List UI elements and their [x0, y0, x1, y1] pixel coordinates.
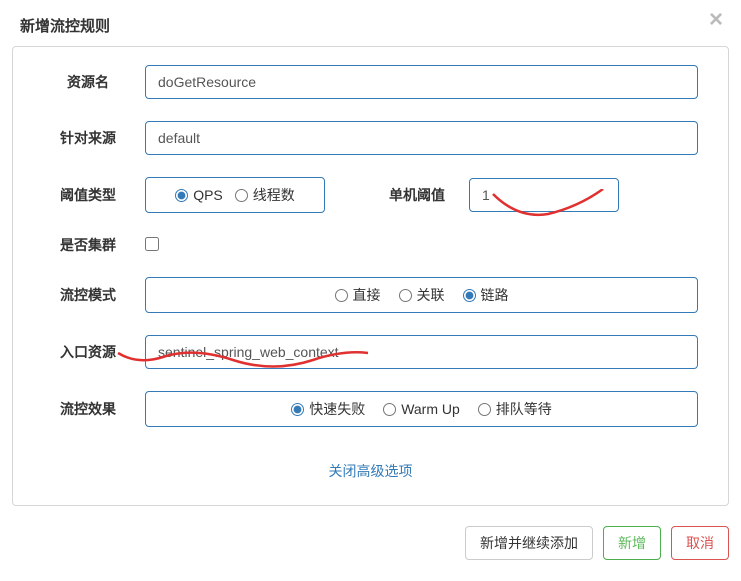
- input-source[interactable]: [145, 121, 698, 155]
- row-entry: 入口资源: [43, 335, 698, 369]
- add-button[interactable]: 新增: [603, 526, 661, 560]
- modal-body: 资源名 针对来源 阈值类型 QPS 线程数 单机阈值: [12, 46, 729, 506]
- radio-chain-text: 链路: [481, 285, 509, 305]
- radio-queue[interactable]: [478, 403, 491, 416]
- cancel-button[interactable]: 取消: [671, 526, 729, 560]
- checkbox-cluster[interactable]: [145, 237, 159, 251]
- radio-relate-text: 关联: [417, 285, 445, 305]
- label-resource-name: 资源名: [43, 72, 133, 92]
- radio-queue-label[interactable]: 排队等待: [478, 399, 552, 419]
- row-effect: 流控效果 快速失败 Warm Up 排队等待: [43, 391, 698, 427]
- radio-warmup-label[interactable]: Warm Up: [383, 401, 460, 417]
- close-advanced-link[interactable]: 关闭高级选项: [329, 463, 413, 479]
- radio-chain-label[interactable]: 链路: [463, 285, 509, 305]
- radio-queue-text: 排队等待: [496, 399, 552, 419]
- radio-direct-text: 直接: [353, 285, 381, 305]
- row-cluster: 是否集群: [43, 235, 698, 255]
- radio-threads[interactable]: [235, 189, 248, 202]
- label-threshold: 单机阈值: [389, 185, 445, 205]
- input-entry[interactable]: [145, 335, 698, 369]
- row-resource-name: 资源名: [43, 65, 698, 99]
- radio-direct-label[interactable]: 直接: [335, 285, 381, 305]
- radio-fastfail-text: 快速失败: [309, 399, 365, 419]
- advanced-toggle: 关闭高级选项: [43, 449, 698, 487]
- input-threshold[interactable]: [469, 178, 619, 212]
- row-threshold-type: 阈值类型 QPS 线程数 单机阈值: [43, 177, 698, 213]
- label-entry: 入口资源: [43, 342, 133, 362]
- label-effect: 流控效果: [43, 399, 133, 419]
- radio-relate-label[interactable]: 关联: [399, 285, 445, 305]
- radio-relate[interactable]: [399, 289, 412, 302]
- input-resource-name[interactable]: [145, 65, 698, 99]
- threshold-type-group: QPS 线程数: [145, 177, 325, 213]
- radio-qps-text: QPS: [193, 187, 223, 203]
- label-source: 针对来源: [43, 128, 133, 148]
- radio-warmup-text: Warm Up: [401, 401, 460, 417]
- row-mode: 流控模式 直接 关联 链路: [43, 277, 698, 313]
- radio-direct[interactable]: [335, 289, 348, 302]
- modal-footer: 新增并继续添加 新增 取消: [0, 506, 741, 572]
- add-continue-button[interactable]: 新增并继续添加: [465, 526, 593, 560]
- label-mode: 流控模式: [43, 285, 133, 305]
- radio-fastfail-label[interactable]: 快速失败: [291, 399, 365, 419]
- modal-header: 新增流控规则 ×: [0, 0, 741, 46]
- mode-group: 直接 关联 链路: [145, 277, 698, 313]
- label-cluster: 是否集群: [43, 235, 133, 255]
- close-icon[interactable]: ×: [709, 8, 723, 32]
- radio-threads-text: 线程数: [253, 185, 295, 205]
- radio-threads-label[interactable]: 线程数: [235, 185, 295, 205]
- modal-title: 新增流控规则: [20, 15, 721, 36]
- radio-qps[interactable]: [175, 189, 188, 202]
- radio-fastfail[interactable]: [291, 403, 304, 416]
- row-source: 针对来源: [43, 121, 698, 155]
- label-threshold-type: 阈值类型: [43, 185, 133, 205]
- effect-group: 快速失败 Warm Up 排队等待: [145, 391, 698, 427]
- radio-qps-label[interactable]: QPS: [175, 187, 223, 203]
- radio-warmup[interactable]: [383, 403, 396, 416]
- radio-chain[interactable]: [463, 289, 476, 302]
